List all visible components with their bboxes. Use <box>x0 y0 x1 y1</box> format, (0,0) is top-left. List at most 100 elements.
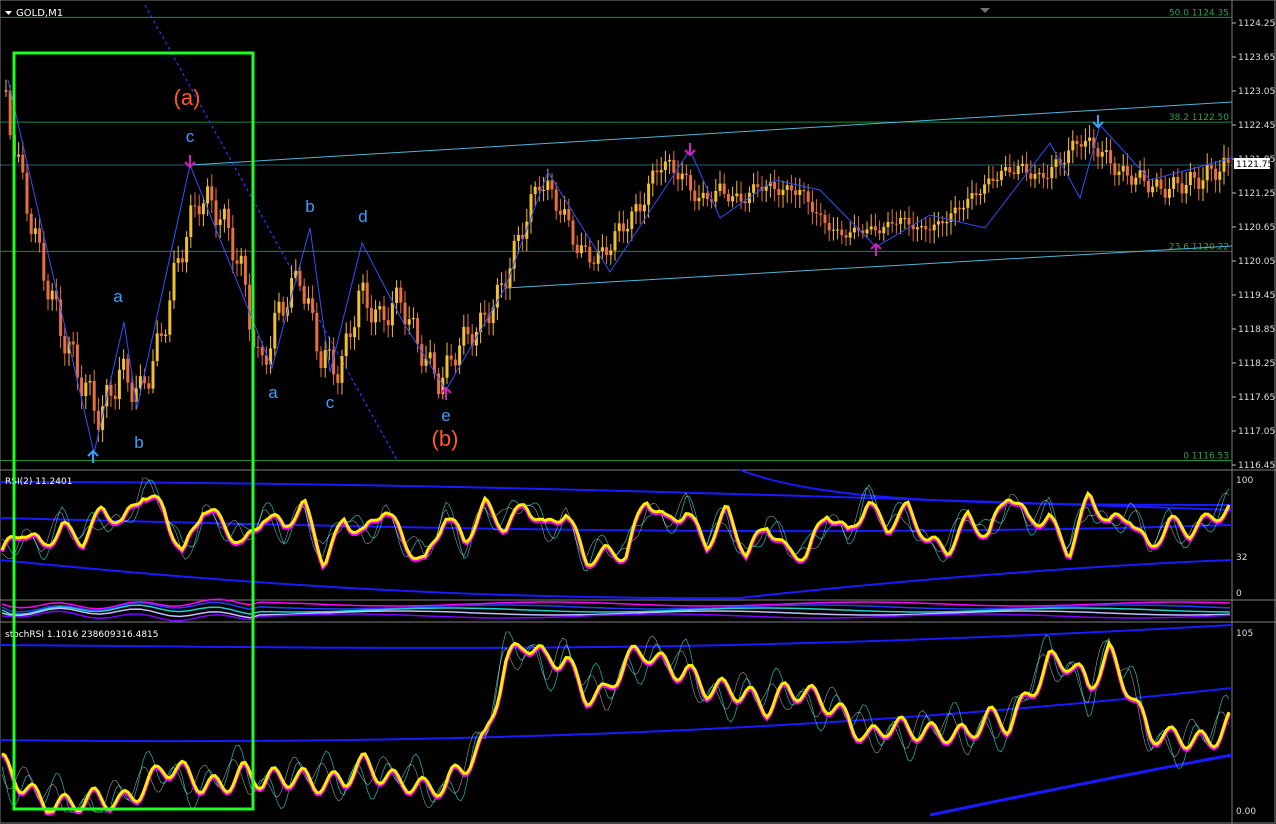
candle-body <box>1180 183 1184 194</box>
candle-body <box>991 178 995 182</box>
candle-body <box>558 210 562 215</box>
candle-body <box>189 205 193 238</box>
candle-body <box>705 192 709 200</box>
candle-body <box>126 358 130 383</box>
candle-body <box>894 223 898 225</box>
candle-body <box>903 217 907 219</box>
candle-body <box>584 245 588 247</box>
candle-body <box>281 301 285 316</box>
candle-body <box>697 197 701 202</box>
candle-body <box>378 306 382 310</box>
candle-body <box>273 312 277 349</box>
candle-body <box>1218 171 1222 180</box>
candle-body <box>33 228 37 234</box>
candle-body <box>592 262 596 264</box>
candle-body <box>957 207 961 210</box>
candle-body <box>907 217 911 225</box>
candle-body <box>1096 148 1100 157</box>
candle-body <box>731 196 735 202</box>
candle-body <box>945 221 949 224</box>
price-tick-label: 1117.65 <box>1238 393 1275 403</box>
candle-body <box>1167 188 1171 198</box>
current-price-tag: 1121.75 <box>1234 158 1273 170</box>
candle-body <box>1146 180 1150 193</box>
candle-body <box>395 287 399 304</box>
candle-body <box>844 235 848 238</box>
candle-body <box>689 175 693 191</box>
candle-body <box>1008 167 1012 173</box>
candle-body <box>243 255 247 285</box>
candle-body <box>655 170 659 173</box>
candle-body <box>1079 144 1083 147</box>
candle-body <box>756 184 760 187</box>
candle-body <box>1041 172 1045 178</box>
price-tick-label: 1118.85 <box>1238 325 1275 335</box>
candle-body <box>1184 185 1188 194</box>
candle-body <box>1134 177 1138 185</box>
candle-body <box>1163 188 1167 198</box>
candle-body <box>1188 172 1192 186</box>
candle-body <box>840 229 844 236</box>
candle-body <box>638 204 642 212</box>
candle-body <box>668 159 672 162</box>
trading-chart: 50.0 1124.35 38.2 1122.50 23.6 1120.22 0 11… <box>0 0 1276 824</box>
candle-body <box>168 300 172 335</box>
candle-body <box>365 282 369 308</box>
candle-body <box>999 170 1003 180</box>
candle-body <box>130 382 134 402</box>
candle-body <box>815 212 819 214</box>
candle-body <box>1121 166 1125 172</box>
candle-body <box>428 352 432 359</box>
candle-body <box>416 317 420 345</box>
current-price-value: 1121.75 <box>1236 160 1273 170</box>
candle-body <box>109 384 113 396</box>
candle-body <box>17 154 21 157</box>
candle-body <box>1159 179 1163 189</box>
candle-body <box>995 179 999 182</box>
candle-body <box>411 317 415 320</box>
candle-body <box>1209 165 1213 169</box>
candle-body <box>239 255 243 264</box>
candle-body <box>1201 180 1205 189</box>
candle-body <box>739 193 743 202</box>
candle-body <box>865 229 869 234</box>
candle-body <box>25 172 29 214</box>
candle-body <box>206 186 210 204</box>
candle-body <box>781 189 785 195</box>
candle-body <box>789 185 793 191</box>
rsi-scale-100: 100 <box>1236 476 1253 486</box>
wave-degree-b-label: (b) <box>432 426 459 451</box>
candle-body <box>1193 172 1197 178</box>
candle-body <box>466 326 470 335</box>
candle-body <box>1037 172 1041 175</box>
candle-body <box>684 173 688 176</box>
price-tick-label: 1118.25 <box>1238 359 1275 369</box>
candle-body <box>966 198 970 208</box>
candle-body <box>1029 173 1033 179</box>
candle-body <box>1113 163 1117 176</box>
symbol-title-text: GOLD,M1 <box>16 8 63 19</box>
candle-body <box>1012 172 1016 174</box>
candle-body <box>924 226 928 230</box>
candle-body <box>42 242 46 281</box>
candle-body <box>537 186 541 191</box>
candle-body <box>827 222 831 231</box>
candle-body <box>676 172 680 180</box>
candle-body <box>458 345 462 366</box>
candle-body <box>848 232 852 238</box>
candle-body <box>1100 151 1104 157</box>
candle-body <box>50 290 54 300</box>
candle-body <box>122 358 126 370</box>
candle-body <box>172 262 176 301</box>
candle-body <box>382 306 386 321</box>
candle-body <box>344 333 348 357</box>
candle-body <box>193 205 197 207</box>
candle-body <box>701 192 705 198</box>
price-tick-label: 1119.45 <box>1238 291 1275 301</box>
candle-body <box>1104 150 1108 152</box>
candle-body <box>878 230 882 234</box>
candle-body <box>890 221 894 224</box>
price-tick-label: 1124.25 <box>1238 19 1275 29</box>
wave-b-label: b <box>134 433 143 452</box>
candle-body <box>1004 167 1008 171</box>
